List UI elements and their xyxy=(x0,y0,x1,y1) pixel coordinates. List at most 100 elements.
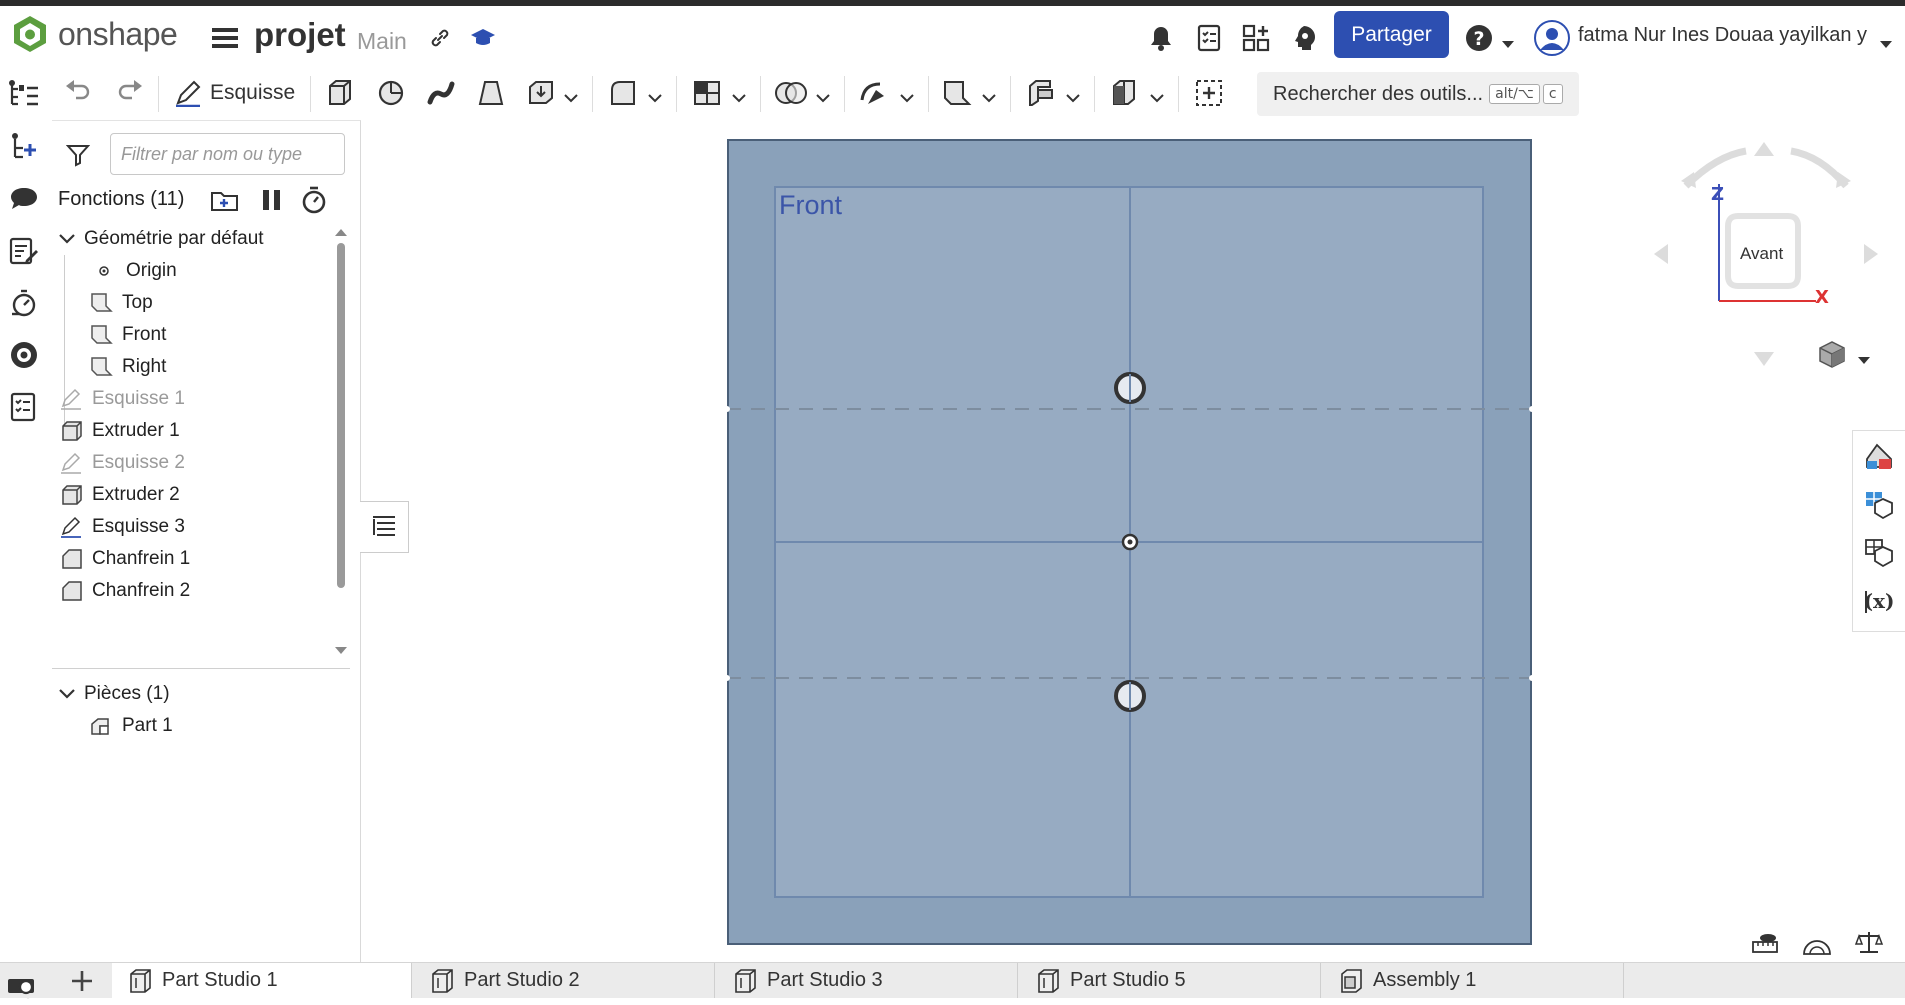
extrude-icon[interactable] xyxy=(324,78,354,112)
comments-icon[interactable] xyxy=(8,184,40,218)
tab-part-studio-5[interactable]: Part Studio 5 xyxy=(1018,963,1321,998)
tree-node-part[interactable]: Part 1 xyxy=(88,708,173,744)
scroll-down-icon[interactable] xyxy=(335,647,347,655)
branch-name[interactable]: Main xyxy=(357,28,407,55)
tree-node-parts[interactable]: Pièces (1) xyxy=(58,676,170,712)
measure-icon[interactable] xyxy=(1750,930,1780,960)
tab-part-studio-2[interactable]: Part Studio 2 xyxy=(412,963,715,998)
sheet-metal-icon[interactable] xyxy=(1026,78,1056,112)
tasks-checklist-icon[interactable] xyxy=(1196,24,1222,56)
mirror-part-chevron-down-icon[interactable] xyxy=(1150,88,1164,107)
notifications-bell-icon[interactable] xyxy=(1148,24,1174,56)
appearance-icon[interactable] xyxy=(1863,441,1895,477)
document-name[interactable]: projet xyxy=(254,16,346,54)
onshape-help-icon[interactable] xyxy=(8,340,40,374)
toolbar-separator xyxy=(844,76,845,112)
onshape-logo[interactable]: onshape xyxy=(10,14,178,54)
rollback-pause-icon[interactable] xyxy=(260,187,284,217)
add-folder-icon[interactable] xyxy=(210,187,240,217)
feature-list-icon[interactable] xyxy=(8,80,40,114)
tab-part-studio-3[interactable]: Part Studio 3 xyxy=(715,963,1018,998)
add-tab-button[interactable] xyxy=(52,963,112,998)
plane-icon xyxy=(91,325,113,344)
help-chevron-down-icon[interactable] xyxy=(1502,34,1514,53)
filter-funnel-icon[interactable] xyxy=(65,143,91,171)
transform-chevron-down-icon[interactable] xyxy=(900,88,914,107)
toolbar-separator xyxy=(1178,76,1179,112)
boolean-icon[interactable] xyxy=(774,78,808,112)
variables-fx-icon[interactable]: (x) xyxy=(1863,585,1895,621)
revolve-icon[interactable] xyxy=(376,78,406,112)
tree-node-feature[interactable]: Chanfrein 2 xyxy=(60,573,190,609)
tree-node-feature[interactable]: Extruder 2 xyxy=(60,477,180,513)
loft-icon[interactable] xyxy=(476,78,506,112)
fillet-chevron-down-icon[interactable] xyxy=(648,88,662,107)
angle-protractor-icon[interactable] xyxy=(1802,930,1832,960)
instances-add-icon[interactable] xyxy=(8,132,40,166)
filter-input[interactable] xyxy=(110,133,345,175)
thicken-chevron-down-icon[interactable] xyxy=(564,88,578,107)
add-custom-feature-icon[interactable] xyxy=(1194,78,1224,112)
help-icon[interactable]: ? xyxy=(1465,24,1493,56)
view-options-chevron-down-icon[interactable] xyxy=(1858,350,1870,369)
feature-tree-scrollbar[interactable] xyxy=(335,229,347,654)
sketch-geometry[interactable] xyxy=(727,139,1532,945)
part-studio-icon xyxy=(130,968,151,993)
tree-node-top-plane[interactable]: Top xyxy=(90,285,153,321)
share-button[interactable]: Partager xyxy=(1334,11,1449,58)
view-cube-face-label[interactable]: Avant xyxy=(1740,244,1783,264)
chevron-down-icon[interactable] xyxy=(58,688,76,700)
tab-manager-icon[interactable] xyxy=(6,967,38,1001)
undo-icon[interactable] xyxy=(64,78,92,110)
checklist-icon[interactable] xyxy=(8,392,40,426)
user-chevron-down-icon[interactable] xyxy=(1880,34,1892,53)
fillet-icon[interactable] xyxy=(608,78,638,112)
scroll-thumb[interactable] xyxy=(337,243,345,588)
tree-node-origin[interactable]: Origin xyxy=(94,253,177,289)
plane-chevron-down-icon[interactable] xyxy=(982,88,996,107)
configuration-grid-icon[interactable] xyxy=(1863,489,1895,525)
tree-label: Chanfrein 2 xyxy=(92,580,191,601)
tab-assembly-1[interactable]: Assembly 1 xyxy=(1321,963,1624,998)
link-icon[interactable] xyxy=(428,26,452,54)
user-name[interactable]: fatma Nur Ines Douaa yayilkan y xyxy=(1578,24,1870,47)
sheet-metal-chevron-down-icon[interactable] xyxy=(1066,88,1080,107)
timer-stopwatch-icon[interactable] xyxy=(300,185,328,219)
tree-node-front-plane[interactable]: Front xyxy=(90,317,166,353)
app-store-icon[interactable] xyxy=(1242,24,1270,56)
tab-part-studio-1[interactable]: Part Studio 1 xyxy=(112,963,412,998)
tree-node-default-geometry[interactable]: Géométrie par défaut xyxy=(58,221,264,257)
pattern-chevron-down-icon[interactable] xyxy=(732,88,746,107)
toolbar-separator xyxy=(1010,76,1011,112)
chevron-down-icon[interactable] xyxy=(58,233,76,245)
learning-cap-icon[interactable] xyxy=(470,26,496,54)
plane-icon[interactable] xyxy=(942,78,972,112)
view-cube-box-icon[interactable] xyxy=(1816,339,1848,373)
notes-edit-icon[interactable] xyxy=(8,236,40,270)
pattern-icon[interactable] xyxy=(692,78,722,112)
sweep-icon[interactable] xyxy=(426,78,456,112)
search-tools-button[interactable]: Rechercher des outils... alt/⌥ c xyxy=(1257,72,1579,116)
redo-icon[interactable] xyxy=(116,78,144,110)
boolean-chevron-down-icon[interactable] xyxy=(816,88,830,107)
thicken-icon[interactable] xyxy=(526,78,556,112)
hamburger-menu-icon[interactable] xyxy=(212,26,238,54)
tree-node-feature[interactable]: Chanfrein 1 xyxy=(60,541,190,577)
tree-node-feature[interactable]: Esquisse 2 xyxy=(60,445,185,481)
tree-node-feature[interactable]: Esquisse 3 xyxy=(60,509,185,545)
tree-node-feature[interactable]: Extruder 1 xyxy=(60,413,180,449)
toggle-feature-list-button[interactable] xyxy=(360,501,409,553)
sketch-button[interactable]: Esquisse xyxy=(174,76,295,110)
tree-node-right-plane[interactable]: Right xyxy=(90,349,166,385)
ai-assistant-head-icon[interactable] xyxy=(1290,24,1318,56)
transform-icon[interactable] xyxy=(858,78,890,112)
mass-properties-scale-icon[interactable] xyxy=(1854,930,1884,960)
tab-label: Part Studio 5 xyxy=(1070,969,1186,991)
tree-node-feature[interactable]: Esquisse 1 xyxy=(60,381,185,417)
mirror-part-icon[interactable] xyxy=(1110,78,1140,112)
scroll-up-icon[interactable] xyxy=(335,229,347,237)
toolbar-separator xyxy=(1094,76,1095,112)
performance-timer-icon[interactable] xyxy=(8,288,40,322)
variable-table-icon[interactable] xyxy=(1863,537,1895,573)
user-avatar-icon[interactable] xyxy=(1534,20,1570,60)
